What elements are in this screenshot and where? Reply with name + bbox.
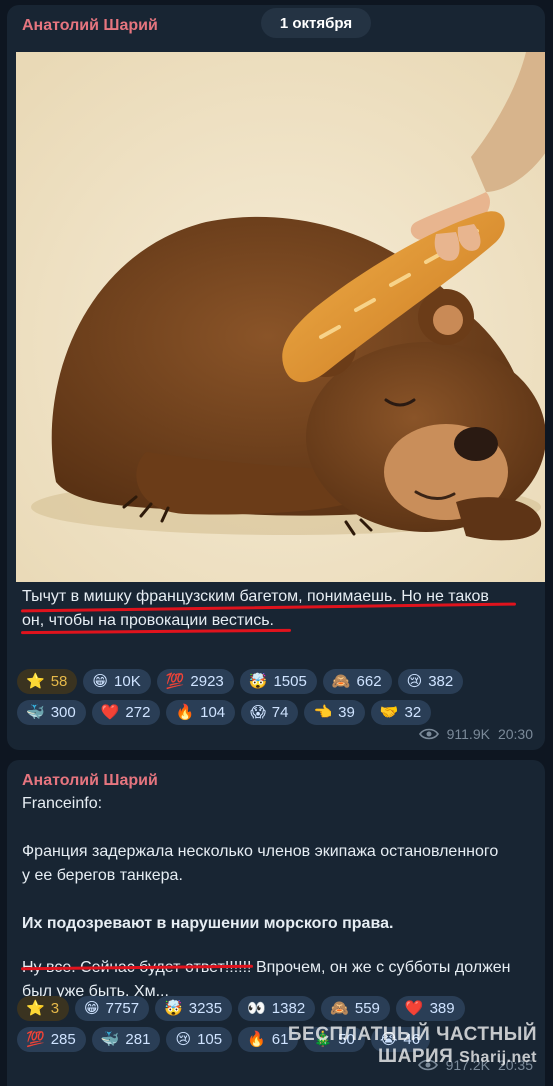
reaction-chip[interactable]: ❤️ 389 (395, 996, 465, 1021)
reaction-chip[interactable]: ❤️ 272 (91, 700, 161, 725)
reaction-count: 272 (125, 704, 151, 721)
reaction-chip[interactable]: 🐳 281 (91, 1027, 161, 1052)
whale-icon: 🐳 (100, 1031, 120, 1048)
reactions-row: ⭐ 58 😁 10K 💯 2923 🤯 1505 🙈 662 😢 382 (17, 669, 537, 694)
reaction-count: 285 (50, 1031, 76, 1048)
red-heart-icon: ❤️ (404, 1000, 424, 1017)
exploding-head-icon: 🤯 (164, 1000, 183, 1017)
reaction-chip[interactable]: ⭐ 58 (17, 669, 78, 694)
reaction-count: 7757 (105, 1000, 140, 1017)
date-divider: 1 октября (261, 8, 371, 38)
screaming-face-icon: 😱 (250, 704, 266, 721)
post-source: Franceinfo: (22, 795, 103, 812)
reaction-chip[interactable]: 😱 74 (241, 700, 299, 725)
views-eye-icon (418, 728, 439, 740)
reaction-count: 104 (200, 704, 226, 721)
hundred-points-icon: 💯 (26, 1031, 45, 1048)
channel-post-1[interactable]: Анатолий Шарий Тычут в мишку французским… (7, 5, 545, 750)
reaction-chip[interactable]: 😢 382 (397, 669, 464, 694)
reaction-count: 39 (338, 704, 355, 721)
crying-face-icon: 😢 (406, 673, 423, 690)
reaction-chip[interactable]: 😁 7757 (75, 996, 150, 1021)
reaction-chip[interactable]: 🙈 559 (321, 996, 390, 1021)
post-text: Franceinfo: Франция задержала несколько … (22, 792, 511, 1004)
watermark-line-2: ШАРИЯ Sharij.net (288, 1046, 537, 1069)
reaction-count: 3235 (188, 1000, 223, 1017)
reaction-count: 1505 (273, 673, 307, 690)
reaction-count: 389 (429, 1000, 455, 1017)
reaction-count: 300 (50, 704, 76, 721)
reaction-chip[interactable]: ⭐ 3 (17, 996, 70, 1021)
reactions-row: 🐳 300 ❤️ 272 🔥 104 😱 74 👈 39 🤝 32 (17, 700, 537, 725)
reaction-count: 382 (428, 673, 454, 690)
handshake-icon: 🤝 (379, 704, 399, 721)
reaction-chip[interactable]: 👀 1382 (238, 996, 316, 1021)
reaction-chip[interactable]: 🐳 300 (17, 700, 86, 725)
watermark-line-1: БЕСПЛАТНЫЙ ЧАСТНЫЙ (287, 1024, 537, 1045)
post-time: 20:30 (497, 726, 533, 742)
reaction-chip[interactable]: 💯 2923 (156, 669, 234, 694)
reaction-count: 281 (125, 1031, 151, 1048)
reaction-count: 58 (50, 673, 68, 690)
eyes-icon: 👀 (247, 1000, 266, 1017)
fire-icon: 🔥 (247, 1031, 266, 1048)
reaction-chip[interactable]: 🤯 1505 (239, 669, 317, 694)
exploding-head-icon: 🤯 (248, 673, 268, 690)
reaction-chip[interactable]: 🔥 104 (166, 700, 236, 725)
post-author[interactable]: Анатолий Шарий (22, 17, 158, 35)
last-line-rest: Впрочем, он же с субботы должен (251, 959, 511, 976)
see-no-evil-monkey-icon: 🙈 (330, 1000, 349, 1017)
reactions-row: ⭐ 3 😁 7757 🤯 3235 👀 1382 🙈 559 ❤️ 389 (17, 996, 537, 1021)
reaction-count: 2923 (190, 673, 224, 690)
pointing-hand-icon: 👈 (313, 704, 333, 721)
watermark-name: ШАРИЯ (378, 1046, 454, 1067)
watermark-site: Sharij.net (459, 1049, 537, 1066)
reaction-count: 1382 (271, 1000, 306, 1017)
star-icon: ⭐ (26, 1000, 45, 1017)
post-paragraph-line-1: Франция задержала несколько членов экипа… (22, 843, 499, 860)
see-no-evil-monkey-icon: 🙈 (331, 673, 351, 690)
reaction-chip[interactable]: 🤝 32 (370, 700, 432, 725)
crying-face-icon: 😢 (175, 1031, 192, 1048)
grinning-face-icon: 😁 (84, 1000, 100, 1017)
post-author[interactable]: Анатолий Шарий (22, 772, 158, 790)
reaction-count: 10K (114, 673, 141, 690)
reaction-chip[interactable]: 😁 10K (83, 669, 151, 694)
grinning-face-icon: 😁 (92, 673, 109, 690)
reaction-chip[interactable]: 🤯 3235 (155, 996, 233, 1021)
reaction-count: 559 (354, 1000, 380, 1017)
views-count: 911.9K (446, 726, 490, 742)
whale-icon: 🐳 (26, 704, 45, 721)
post-bold-line: Их подозревают в нарушении морского прав… (22, 915, 394, 932)
reaction-count: 662 (356, 673, 382, 690)
reaction-chip[interactable]: 💯 285 (17, 1027, 86, 1052)
reaction-count: 74 (271, 704, 289, 721)
reaction-chip[interactable]: 👈 39 (304, 700, 365, 725)
post-paragraph-line-2: у ее берегов танкера. (22, 867, 183, 884)
reaction-chip[interactable]: 😢 105 (166, 1027, 233, 1052)
hundred-points-icon: 💯 (165, 673, 185, 690)
reaction-count: 32 (404, 704, 422, 721)
star-icon: ⭐ (26, 673, 45, 690)
fire-icon: 🔥 (175, 704, 195, 721)
reactions-bar: ⭐ 58 😁 10K 💯 2923 🤯 1505 🙈 662 😢 382 🐳 300 ❤️ 272 🔥 104 😱 7… (17, 669, 537, 731)
bear-illustration (16, 52, 545, 582)
red-heart-icon: ❤️ (100, 704, 120, 721)
reaction-chip[interactable]: 🙈 662 (322, 669, 392, 694)
reaction-count: 3 (50, 1000, 60, 1017)
post-meta: 911.9K 20:30 (418, 726, 533, 742)
reaction-count: 105 (197, 1031, 223, 1048)
reaction-count: 61 (271, 1031, 289, 1048)
post-photo-bear-baguette[interactable] (16, 52, 545, 582)
watermark: БЕСПЛАТНЫЙ ЧАСТНЫЙ ШАРИЯ Sharij.net (288, 1024, 537, 1069)
